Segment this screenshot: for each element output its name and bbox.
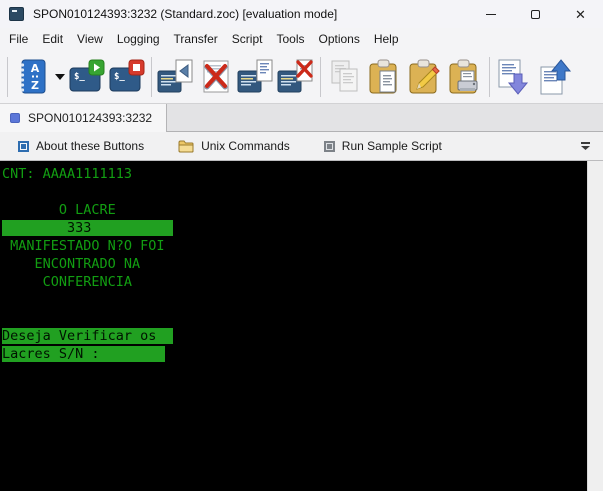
terminal-line: CNT: AAAA1111113: [2, 166, 133, 182]
connect-terminal-icon: $_: [69, 59, 105, 91]
app-terminal-icon: [9, 7, 24, 21]
svg-text:Z: Z: [31, 79, 39, 92]
receive-file-icon: [157, 59, 193, 92]
button-label: About these Buttons: [36, 139, 145, 153]
zoc-window: SPON010124393:3232 (Standard.zoc) [evalu…: [0, 0, 603, 491]
svg-text:$_: $_: [74, 72, 85, 82]
terminal-line: Lacres S/N :: [2, 346, 165, 362]
disconnect-button[interactable]: $_: [107, 53, 147, 101]
download-file-icon: [498, 59, 529, 95]
send-file-icon: [237, 59, 273, 92]
chevron-overflow-icon: [580, 141, 590, 150]
window-title: SPON010124393:3232 (Standard.zoc) [evalu…: [33, 7, 338, 21]
connect-button[interactable]: $_: [67, 53, 107, 101]
session-tab-icon: [10, 113, 20, 123]
upload-file-button[interactable]: [534, 53, 574, 101]
toolbar: A Z $_ $_: [0, 50, 603, 104]
terminal-scrollbar-track[interactable]: [587, 161, 603, 491]
terminal-screen[interactable]: CNT: AAAA1111113 O LACRE 333 MANIFESTADO…: [0, 161, 587, 491]
address-book-icon: A Z: [20, 59, 46, 93]
paste-edit-icon: [409, 59, 440, 93]
folder-icon: [178, 140, 194, 152]
menu-item-file[interactable]: File: [2, 29, 35, 49]
toolbar-separator: [320, 56, 321, 97]
menu-bar: File Edit View Logging Transfer Script T…: [0, 28, 603, 50]
print-clipboard-icon: [449, 59, 478, 93]
terminal-line: O LACRE: [2, 202, 116, 218]
terminal-area: CNT: AAAA1111113 O LACRE 333 MANIFESTADO…: [0, 161, 603, 491]
toolbar-separator: [489, 56, 490, 97]
menu-item-logging[interactable]: Logging: [110, 29, 167, 49]
copy-icon: [331, 60, 358, 91]
close-button[interactable]: ✕: [558, 0, 603, 28]
toolbar-separator: [151, 56, 152, 97]
toolbar-separator: [7, 56, 8, 97]
svg-text:A: A: [31, 62, 40, 75]
button-label: Run Sample Script: [341, 139, 442, 153]
disconnect-terminal-icon: $_: [109, 59, 145, 91]
menu-item-view[interactable]: View: [70, 29, 110, 49]
run-sample-script-button[interactable]: Run Sample Script: [320, 137, 446, 155]
paste-edit-button[interactable]: [405, 53, 445, 101]
title-bar: SPON010124393:3232 (Standard.zoc) [evalu…: [0, 0, 603, 28]
send-file-button[interactable]: [236, 53, 276, 101]
session-tab[interactable]: SPON010124393:3232: [0, 104, 168, 132]
terminal-line: Deseja Verificar os: [2, 328, 173, 344]
upload-file-icon: [540, 58, 572, 94]
tab-strip-filler: [167, 104, 603, 132]
terminal-line: 333: [2, 220, 173, 236]
menu-item-edit[interactable]: Edit: [35, 29, 70, 49]
chevron-down-icon: [54, 73, 65, 80]
copy-button[interactable]: [325, 53, 365, 101]
close-icon: ✕: [575, 6, 586, 22]
terminal-line: ENCONTRADO NA: [2, 256, 141, 272]
paste-button[interactable]: [365, 53, 405, 101]
terminal-line: CONFERENCIA: [2, 274, 133, 290]
print-clipboard-button[interactable]: [445, 53, 485, 101]
abort-transfer-button[interactable]: [196, 53, 236, 101]
menu-item-options[interactable]: Options: [311, 29, 366, 49]
button-bar: About these Buttons Unix Commands Run Sa…: [0, 132, 603, 161]
about-these-buttons-button[interactable]: About these Buttons: [14, 137, 148, 155]
abort-send-button[interactable]: [276, 53, 316, 101]
square-button-icon: [323, 140, 335, 152]
button-label: Unix Commands: [201, 139, 290, 153]
download-file-button[interactable]: [494, 53, 534, 101]
menu-item-tools[interactable]: Tools: [269, 29, 311, 49]
minimize-button[interactable]: [468, 0, 513, 28]
tab-strip: SPON010124393:3232: [0, 104, 603, 132]
terminal-line: MANIFESTADO N?O FOI: [2, 238, 165, 254]
menu-item-script[interactable]: Script: [225, 29, 270, 49]
maximize-icon: [531, 9, 540, 19]
maximize-button[interactable]: [513, 0, 558, 28]
session-tab-label: SPON010124393:3232: [28, 111, 153, 125]
minimize-icon: [485, 13, 496, 15]
receive-file-button[interactable]: [156, 53, 196, 101]
buttonbar-overflow-button[interactable]: [575, 135, 595, 157]
address-book-button[interactable]: A Z: [12, 53, 52, 101]
menu-item-transfer[interactable]: Transfer: [167, 29, 225, 49]
square-button-icon: [18, 140, 29, 152]
abort-transfer-icon: [203, 60, 229, 92]
abort-send-icon: [277, 59, 313, 92]
menu-item-help[interactable]: Help: [367, 29, 406, 49]
paste-icon: [369, 59, 397, 93]
svg-text:$_: $_: [114, 72, 125, 82]
address-book-dropdown[interactable]: [52, 53, 67, 101]
unix-commands-button[interactable]: Unix Commands: [174, 137, 294, 155]
